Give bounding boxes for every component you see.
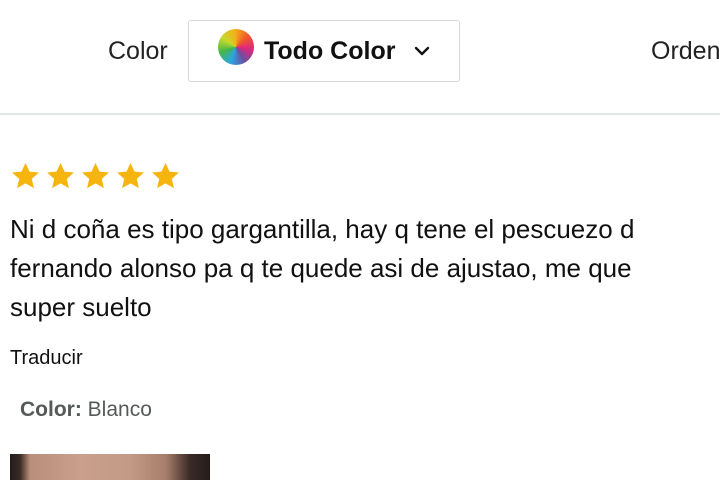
review-card: Ni d coña es tipo gargantilla, hay q ten… (0, 115, 720, 480)
star-icon (12, 162, 39, 189)
variant-key: Color: (20, 398, 82, 421)
review-text-line: fernando alonso pa q te quede asi de aju… (10, 253, 632, 283)
color-swatch-icon (218, 29, 254, 65)
review-image-thumbnail[interactable] (10, 454, 210, 480)
filter-bar: Color Todo Color Orden (0, 0, 720, 113)
chevron-down-icon (414, 46, 430, 56)
star-icon (82, 162, 109, 189)
review-body: Ni d coña es tipo gargantilla, hay q ten… (10, 210, 720, 327)
color-filter-dropdown[interactable]: Todo Color (188, 20, 460, 82)
review-text-line: super suelto (10, 292, 152, 322)
star-icon (47, 162, 74, 189)
star-icon (152, 162, 179, 189)
translate-link[interactable]: Traducir (10, 347, 83, 370)
variant-value: Blanco (81, 398, 152, 421)
color-filter-value: Todo Color (264, 37, 396, 65)
variant-info: Color: Blanco (20, 398, 152, 422)
star-icon (117, 162, 144, 189)
color-filter-label: Color (108, 37, 168, 65)
sort-label[interactable]: Orden (651, 37, 720, 66)
review-text-line: Ni d coña es tipo gargantilla, hay q ten… (10, 214, 635, 244)
